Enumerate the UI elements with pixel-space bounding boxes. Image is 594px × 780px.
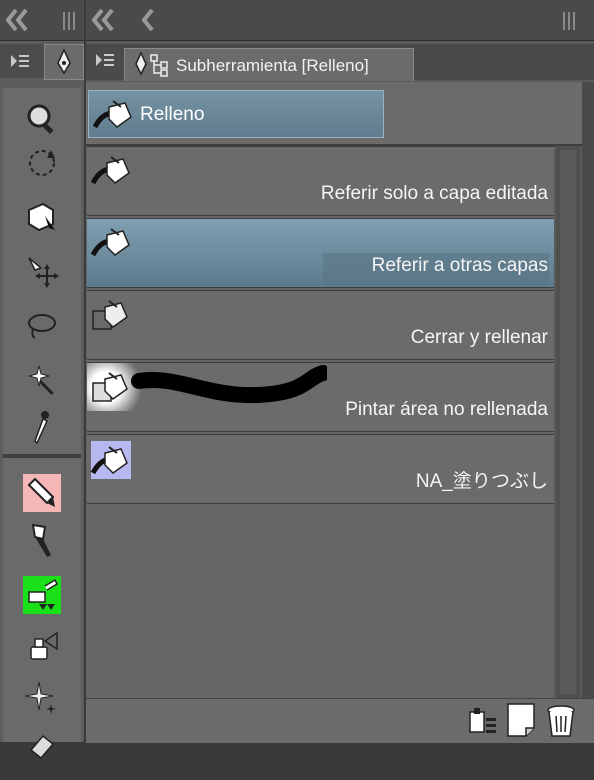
lasso-icon — [25, 308, 59, 347]
airbrush-icon — [23, 576, 61, 614]
subtool-item-label: Referir solo a capa editada — [320, 183, 548, 204]
scrollbar-thumb[interactable] — [560, 150, 576, 694]
panel-edge — [582, 82, 594, 698]
pen-nib-icon[interactable] — [44, 44, 84, 80]
close-and-fill-icon — [91, 297, 133, 333]
subtool-panel-header — [86, 0, 594, 41]
brush-stroke-preview — [127, 363, 331, 416]
fill-bucket-icon — [90, 153, 133, 189]
grip-icon[interactable] — [562, 12, 576, 35]
subtool-item-label: NA_塗りつぶし — [415, 471, 548, 492]
subtool-item-label: Referir a otras capas — [371, 255, 548, 276]
pen-tree-icon — [131, 51, 173, 83]
menu-icon[interactable] — [94, 52, 116, 73]
fill-bucket-icon — [90, 225, 133, 261]
eraser-icon — [27, 730, 57, 765]
fill-bucket-icon — [92, 97, 137, 138]
subtool-item-label: Pintar área no rellenada — [345, 399, 548, 420]
grip-icon[interactable] — [62, 12, 76, 35]
trash-icon[interactable] — [544, 700, 578, 740]
spray-icon — [25, 627, 59, 668]
subtool-item[interactable]: Cerrar y rellenar — [87, 290, 554, 360]
pen-icon — [23, 474, 61, 512]
fill-bucket-icon — [90, 441, 131, 479]
menu-icon[interactable] — [2, 44, 38, 78]
subtool-item[interactable]: NA_塗りつぶし — [87, 434, 554, 504]
object-select-icon — [25, 200, 59, 239]
subtool-group-label: Relleno — [140, 104, 205, 125]
subtool-item-selected[interactable]: Referir a otras capas — [87, 218, 554, 288]
subtool-item-label: Cerrar y rellenar — [410, 327, 548, 348]
tab-subtool-label: Subherramienta [Relleno] — [176, 56, 369, 75]
move-icon — [25, 254, 59, 293]
tool-palette-header — [0, 0, 84, 41]
tool-list — [3, 88, 81, 759]
brush-icon — [27, 523, 57, 564]
rotate-icon — [25, 146, 59, 185]
eraser-tool[interactable] — [3, 714, 81, 780]
eyedropper-icon — [25, 409, 59, 454]
magic-wand-icon — [25, 362, 59, 401]
subtool-group-button[interactable] — [88, 90, 384, 138]
subtool-item[interactable]: Referir solo a capa editada — [87, 146, 554, 216]
chevron-left-icon[interactable] — [140, 6, 156, 39]
tool-group-divider — [3, 454, 81, 458]
tool-palette-tabs — [0, 44, 84, 80]
new-subtool-icon[interactable] — [504, 700, 538, 740]
double-chevron-left-icon[interactable] — [4, 6, 30, 39]
double-chevron-left-icon[interactable] — [90, 6, 116, 39]
subtool-item[interactable]: Pintar área no rellenada — [87, 362, 554, 432]
subtool-settings-icon[interactable] — [466, 700, 500, 740]
sparkle-icon — [24, 680, 59, 719]
